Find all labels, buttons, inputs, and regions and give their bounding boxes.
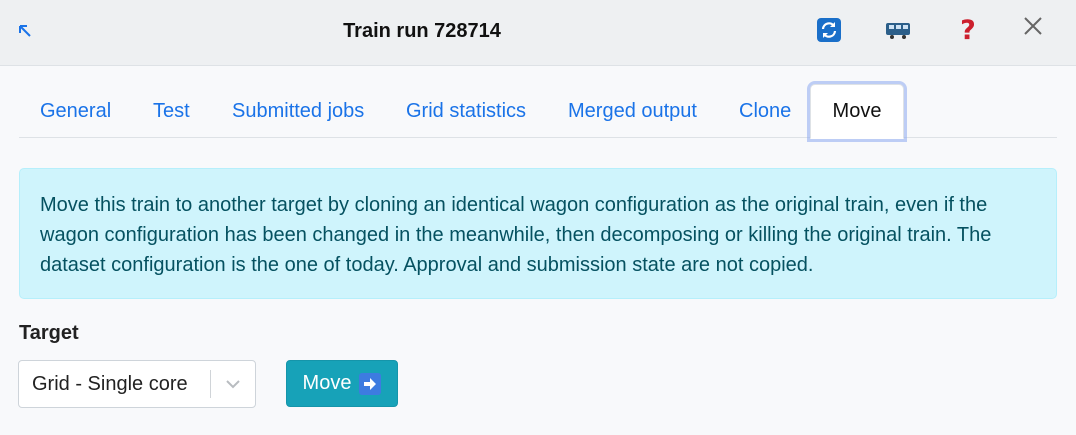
tab-clone[interactable]: Clone: [739, 84, 791, 138]
tab-general[interactable]: General: [40, 84, 111, 138]
chevron-down-icon[interactable]: [211, 361, 255, 407]
tab-submitted-jobs[interactable]: Submitted jobs: [232, 84, 364, 138]
alert-line: dataset configuration is the one of toda…: [40, 254, 814, 276]
alert-line: wagon configuration has been changed in …: [40, 224, 992, 246]
info-alert: Move this train to another target by clo…: [19, 168, 1057, 299]
close-icon[interactable]: [1018, 11, 1048, 41]
arrow-right-icon: [359, 372, 382, 395]
target-select[interactable]: Grid - Single core: [18, 360, 256, 408]
move-button-label: Move: [302, 372, 352, 394]
train-icon[interactable]: [883, 15, 913, 45]
tab-move[interactable]: Move: [810, 84, 904, 139]
target-label: Target: [19, 322, 79, 344]
modal-header: Train run 728714 ?: [0, 0, 1076, 66]
tab-bar: General Test Submitted jobs Grid statist…: [19, 84, 1057, 139]
alert-line: Move this train to another target by clo…: [40, 194, 988, 216]
target-select-value: Grid - Single core: [32, 372, 188, 395]
refresh-icon[interactable]: [814, 15, 844, 45]
tab-grid-statistics[interactable]: Grid statistics: [406, 84, 526, 138]
help-icon[interactable]: ?: [953, 15, 983, 46]
move-button[interactable]: Move: [286, 360, 398, 407]
tab-test[interactable]: Test: [153, 84, 190, 138]
tab-merged-output[interactable]: Merged output: [568, 84, 697, 138]
modal-title: Train run 728714: [343, 19, 501, 42]
